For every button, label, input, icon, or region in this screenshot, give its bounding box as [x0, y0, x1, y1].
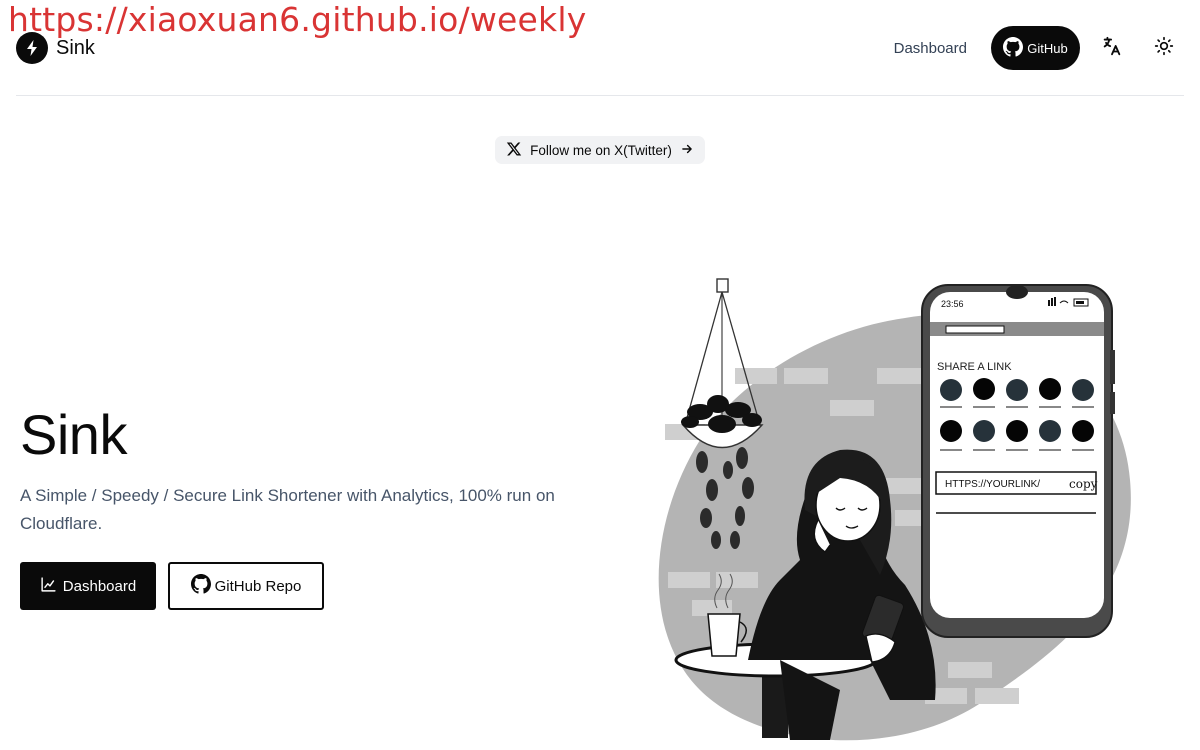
top-nav: Dashboard GitHub [882, 26, 1184, 70]
phone-time: 23:56 [941, 299, 964, 309]
nav-github-label: GitHub [1027, 40, 1068, 56]
hero-title: Sink [20, 403, 127, 466]
header-divider [16, 95, 1184, 96]
github-repo-button[interactable]: GitHub Repo [168, 562, 324, 610]
github-icon [1003, 36, 1024, 60]
x-logo-icon [506, 141, 522, 160]
language-toggle[interactable] [1092, 26, 1132, 70]
hero-description: A Simple / Speedy / Secure Link Shortene… [20, 486, 555, 533]
nav-dashboard-link[interactable]: Dashboard [882, 40, 979, 57]
logo-text: Sink [56, 36, 95, 59]
hero-illustration: 23:56 SHARE A LINK HTTPS://YOURLINK/ cop [658, 278, 1131, 741]
copy-label: copy [1069, 477, 1098, 491]
arrow-right-icon [680, 142, 694, 159]
translate-icon [1101, 35, 1123, 62]
nav-github-button[interactable]: GitHub [991, 26, 1080, 70]
share-link-label: SHARE A LINK [937, 361, 1012, 373]
phone-mockup: 23:56 SHARE A LINK HTTPS://YOURLINK/ cop [921, 284, 1115, 638]
dashboard-button-label: Dashboard [62, 577, 137, 595]
sun-icon [1154, 36, 1174, 61]
follow-label: Follow me on X(Twitter) [530, 142, 672, 158]
chart-icon [40, 576, 57, 597]
theme-toggle[interactable] [1144, 26, 1184, 70]
url-placeholder: HTTPS://YOURLINK/ [945, 479, 1040, 490]
dashboard-button[interactable]: Dashboard [20, 562, 156, 610]
github-icon [190, 574, 211, 598]
follow-twitter-link[interactable]: Follow me on X(Twitter) [495, 136, 705, 164]
github-repo-button-label: GitHub Repo [214, 577, 302, 595]
watermark-url: https://xiaoxuan6.github.io/weekly [8, 0, 587, 39]
